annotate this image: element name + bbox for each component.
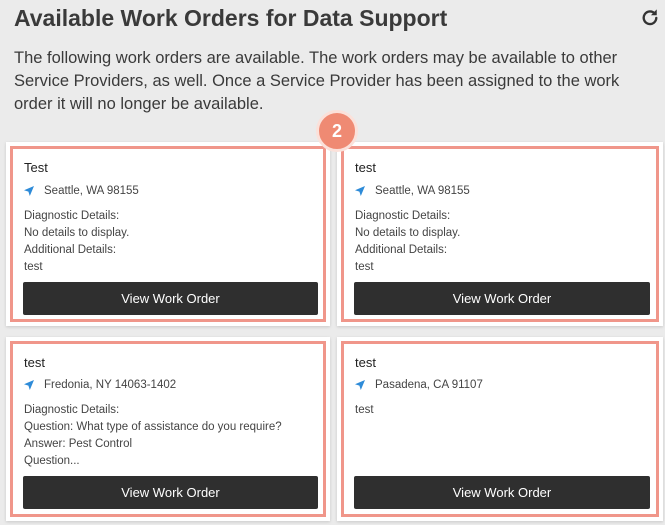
location-arrow-icon (24, 380, 34, 390)
card-title: test (24, 355, 45, 370)
detail-line: Additional Details: (355, 244, 448, 256)
card-location: Pasadena, CA 91107 (355, 379, 483, 391)
detail-line: test (355, 261, 374, 273)
location-arrow-icon (355, 186, 365, 196)
card-details: Diagnostic Details: Question: What type … (24, 402, 282, 470)
view-work-order-button[interactable]: View Work Order (354, 282, 650, 315)
card-location: Fredonia, NY 14063-1402 (24, 379, 176, 391)
card-details: Diagnostic Details: No details to displa… (355, 208, 460, 276)
detail-line: Diagnostic Details: (24, 210, 120, 222)
card-location-text: Pasadena, CA 91107 (375, 379, 483, 391)
detail-line: Diagnostic Details: (24, 404, 120, 416)
detail-line: Diagnostic Details: (355, 210, 451, 222)
detail-line: No details to display. (355, 227, 461, 239)
detail-line: No details to display. (24, 227, 130, 239)
view-work-order-button[interactable]: View Work Order (23, 282, 318, 315)
card-location-text: Seattle, WA 98155 (44, 185, 139, 197)
detail-line: test (24, 261, 43, 273)
card-title: Test (24, 160, 48, 175)
card-location-text: Seattle, WA 98155 (375, 185, 470, 197)
refresh-icon[interactable] (641, 8, 659, 26)
step-badge: 2 (316, 110, 358, 152)
card-title: test (355, 355, 376, 370)
work-order-card: Test Seattle, WA 98155 Diagnostic Detail… (6, 142, 330, 326)
detail-line: Additional Details: (24, 244, 117, 256)
detail-line: Answer: Pest Control (24, 438, 133, 450)
work-order-card: test Fredonia, NY 14063-1402 Diagnostic … (6, 337, 330, 521)
work-order-card: test Seattle, WA 98155 Diagnostic Detail… (337, 142, 663, 326)
view-work-order-button[interactable]: View Work Order (23, 476, 318, 509)
location-arrow-icon (24, 186, 34, 196)
card-location-text: Fredonia, NY 14063-1402 (44, 379, 177, 391)
intro-text: The following work orders are available.… (14, 49, 620, 113)
card-location: Seattle, WA 98155 (355, 185, 470, 197)
detail-line: test (355, 404, 374, 416)
card-details: Diagnostic Details: No details to displa… (24, 208, 129, 276)
page-title: Available Work Orders for Data Support (14, 5, 448, 31)
card-location: Seattle, WA 98155 (24, 185, 139, 197)
detail-line: Question... (24, 455, 80, 467)
card-title: test (355, 160, 376, 175)
view-work-order-button[interactable]: View Work Order (354, 476, 650, 509)
location-arrow-icon (355, 380, 365, 390)
card-details: test (355, 402, 374, 419)
work-order-card: test Pasadena, CA 91107 test View Work O… (337, 337, 663, 521)
detail-line: Question: What type of assistance do you… (24, 421, 282, 433)
